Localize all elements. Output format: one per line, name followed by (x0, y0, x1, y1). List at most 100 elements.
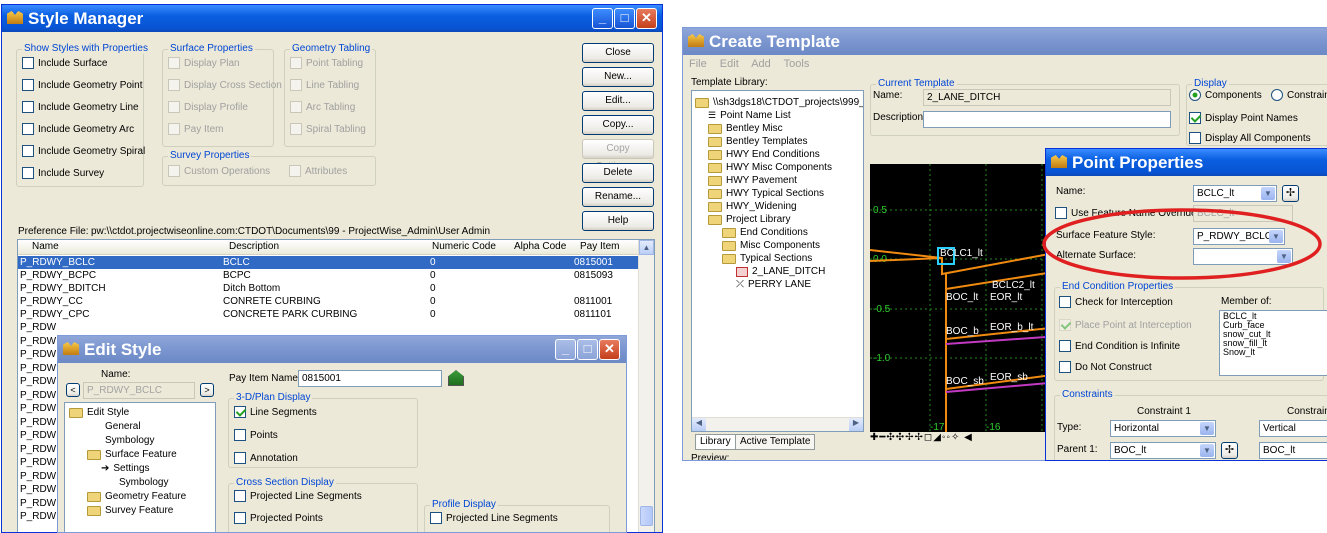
tree-folder[interactable]: Bentley Misc (708, 122, 783, 135)
pay-item-name-field[interactable]: 0815001 (298, 370, 442, 387)
copy-settings-button[interactable]: Copy Settings... (582, 139, 654, 172)
include-geometry-spiral-checkbox[interactable]: Include Geometry Spiral (22, 145, 145, 157)
minimize-button[interactable]: _ (555, 339, 576, 360)
maximize-button[interactable]: □ (614, 8, 635, 29)
template-canvas[interactable]: 0.5 0.0 -0.5 -1.0 -17 -16 BCLC1_lt BCLC2… (870, 164, 1060, 432)
edit-style-tree[interactable]: Edit Style General Symbology Surface Fea… (64, 402, 216, 532)
do-not-construct-checkbox[interactable]: Do Not Construct (1059, 361, 1152, 373)
tab-library[interactable]: Library (695, 434, 736, 450)
table-row[interactable]: P_RDWY_BCPC BCPC 0 0815093 (18, 269, 654, 282)
tree-template-perry-lane[interactable]: ⤫ PERRY LANE (736, 278, 811, 291)
tree-point-name-list[interactable]: ☰ Point Name List (708, 109, 791, 122)
table-scrollbar[interactable]: ▲ (638, 240, 654, 532)
member-of-list[interactable]: BCLC_lt Curb_face snow_cut_lt snow_fill_… (1219, 310, 1327, 376)
menu-edit[interactable]: Edit (720, 58, 739, 70)
tree-folder[interactable]: HWY_Widening (708, 200, 797, 213)
minimize-button[interactable]: _ (592, 8, 613, 29)
check-for-interception-checkbox[interactable]: Check for Interception (1059, 296, 1173, 308)
style-name-field[interactable]: P_RDWY_BCLC (83, 382, 195, 399)
col-description[interactable]: Description (229, 240, 279, 254)
display-cross-section-checkbox[interactable]: Display Cross Section (168, 79, 282, 91)
delete-button[interactable]: Delete (582, 163, 654, 183)
projected-line-segments-checkbox[interactable]: Projected Line Segments (234, 490, 362, 502)
include-geometry-arc-checkbox[interactable]: Include Geometry Arc (22, 123, 134, 135)
tree-symbology-2[interactable]: Symbology (119, 476, 168, 489)
constraint-2-parent-select[interactable]: BOC_lt (1259, 442, 1327, 459)
tree-folder[interactable]: HWY Misc Components (708, 161, 832, 174)
table-row[interactable]: P_RDWY_CPC CONCRETE PARK CURBING 0 0811101 (18, 308, 654, 321)
point-tabling-checkbox[interactable]: Point Tabling (290, 57, 363, 69)
table-row[interactable]: P_RDWY_BCLC BCLC 0 0815001 (18, 256, 654, 269)
constraints-radio[interactable]: Constrain (1271, 89, 1327, 101)
annotation-checkbox[interactable]: Annotation (234, 452, 298, 464)
tree-symbology[interactable]: Symbology (105, 434, 154, 447)
scroll-right-arrow[interactable]: ▶ (849, 418, 863, 431)
tree-survey-feature[interactable]: Survey Feature (87, 504, 173, 517)
tree-root-path[interactable]: \\sh3dgs18\CTDOT_projects\999_ (695, 96, 863, 109)
help-button[interactable]: Help (582, 211, 654, 231)
point-name-select[interactable]: BCLC_lt ▼ (1193, 185, 1277, 202)
arc-tabling-checkbox[interactable]: Arc Tabling (290, 101, 355, 113)
tree-surface-feature[interactable]: Surface Feature (87, 448, 177, 461)
col-numeric-code[interactable]: Numeric Code (432, 240, 496, 254)
menu-file[interactable]: File (689, 58, 707, 70)
tree-folder[interactable]: Project Library (708, 213, 790, 226)
end-condition-is-infinite-checkbox[interactable]: End Condition is Infinite (1059, 340, 1180, 352)
edit-button[interactable]: Edit... (582, 91, 654, 111)
pay-item-checkbox[interactable]: Pay Item (168, 123, 223, 135)
tree-general[interactable]: General (105, 420, 141, 433)
include-surface-checkbox[interactable]: Include Surface (22, 57, 108, 69)
custom-operations-checkbox[interactable]: Custom Operations (168, 165, 270, 177)
col-name[interactable]: Name (32, 240, 59, 254)
tree-folder[interactable]: HWY Pavement (708, 174, 797, 187)
table-row[interactable]: P_RDW (18, 321, 654, 334)
place-point-at-interception-checkbox[interactable]: Place Point at Interception (1059, 319, 1192, 331)
scroll-left-arrow[interactable]: ◀ (692, 418, 706, 431)
pay-item-lookup-icon[interactable] (448, 370, 464, 386)
table-row[interactable]: P_RDWY_BDITCH Ditch Bottom 0 (18, 282, 654, 295)
include-geometry-line-checkbox[interactable]: Include Geometry Line (22, 101, 139, 113)
canvas-toolbar[interactable]: ✚━✣✣✢✢◻◢◦◦✧ ◀ (870, 432, 1060, 446)
create-template-titlebar[interactable]: Create Template (683, 28, 1327, 55)
table-row[interactable]: P_RDWY_CC CONRETE CURBING 0 0811001 (18, 295, 654, 308)
close-window-button[interactable]: ✕ (599, 339, 620, 360)
components-radio[interactable]: Components (1189, 89, 1262, 101)
style-manager-titlebar[interactable]: Style Manager (2, 5, 662, 32)
display-point-names-checkbox[interactable]: Display Point Names (1189, 112, 1298, 124)
tree-folder[interactable]: HWY Typical Sections (708, 187, 824, 200)
include-geometry-point-checkbox[interactable]: Include Geometry Point (22, 79, 143, 91)
display-all-components-checkbox[interactable]: Display All Components (1189, 132, 1311, 144)
line-segments-checkbox[interactable]: Line Segments (234, 406, 317, 418)
tree-settings[interactable]: ➔ Settings (101, 462, 150, 475)
close-button[interactable]: Close (582, 43, 654, 63)
maximize-button[interactable]: □ (577, 339, 598, 360)
scroll-thumb[interactable] (640, 506, 653, 526)
spiral-tabling-checkbox[interactable]: Spiral Tabling (290, 123, 366, 135)
constraint-1-type-select[interactable]: Horizontal ▼ (1110, 420, 1216, 437)
edit-style-titlebar[interactable]: Edit Style (58, 336, 626, 363)
list-item[interactable]: Snow_lt (1223, 348, 1325, 357)
template-name-field[interactable]: 2_LANE_DITCH (923, 89, 1171, 106)
col-alpha-code[interactable]: Alpha Code (514, 240, 566, 254)
col-pay-item[interactable]: Pay Item (580, 240, 619, 254)
tree-folder[interactable]: HWY End Conditions (708, 148, 820, 161)
template-description-field[interactable] (923, 111, 1171, 128)
tab-active-template[interactable]: Active Template (735, 434, 816, 450)
next-style-button[interactable]: > (200, 383, 214, 397)
menu-tools[interactable]: Tools (784, 58, 810, 70)
tree-hscrollbar[interactable]: ◀ ▶ (692, 417, 863, 431)
constraint-2-type-select[interactable]: Vertical (1259, 420, 1327, 437)
tree-folder[interactable]: Bentley Templates (708, 135, 808, 148)
pick-parent-button[interactable]: ✢ (1221, 442, 1238, 459)
projected-points-checkbox[interactable]: Projected Points (234, 512, 323, 524)
tree-folder[interactable]: Typical Sections (722, 252, 812, 265)
points-checkbox[interactable]: Points (234, 429, 278, 441)
display-plan-checkbox[interactable]: Display Plan (168, 57, 240, 69)
menu-add[interactable]: Add (751, 58, 771, 70)
scroll-up-arrow[interactable]: ▲ (639, 240, 654, 255)
tree-geometry-feature[interactable]: Geometry Feature (87, 490, 186, 503)
pick-point-button[interactable]: ✢ (1282, 185, 1299, 202)
profile-projected-line-segments-checkbox[interactable]: Projected Line Segments (430, 512, 558, 524)
close-window-button[interactable]: ✕ (636, 8, 657, 29)
include-survey-checkbox[interactable]: Include Survey (22, 167, 104, 179)
